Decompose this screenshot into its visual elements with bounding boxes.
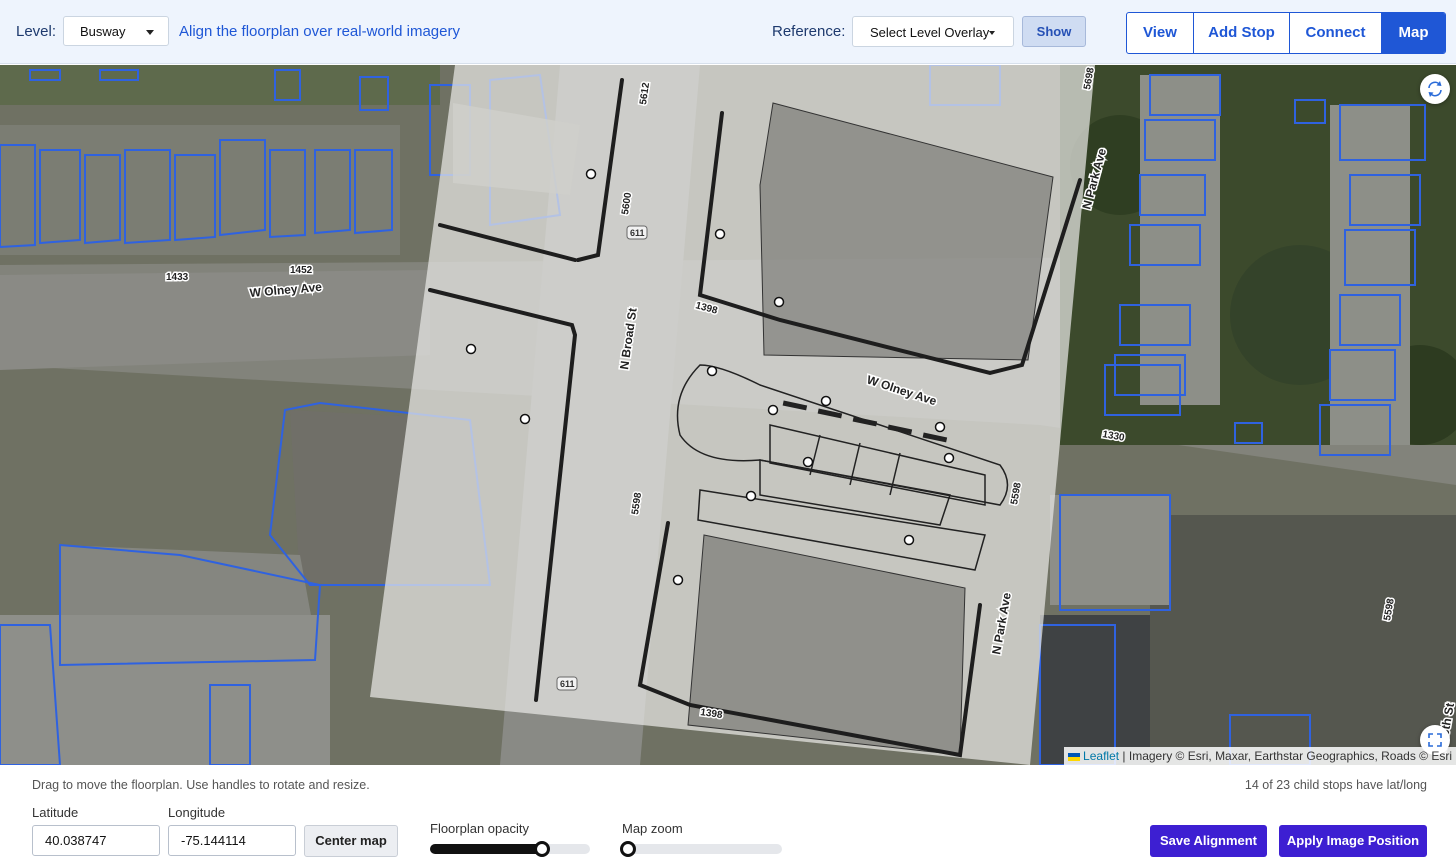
reference-label: Reference: — [772, 23, 846, 40]
map-view[interactable]: W Olney Ave W Olney Ave N Broad St N Par… — [0, 65, 1456, 765]
tab-connect[interactable]: Connect — [1290, 13, 1382, 53]
reference-select-value: Select Level Overlay — [870, 25, 990, 40]
level-select[interactable]: Busway — [63, 16, 169, 46]
instructions-text: Drag to move the floorplan. Use handles … — [32, 778, 370, 792]
chevron-down-icon — [989, 31, 995, 35]
svg-text:611: 611 — [560, 679, 575, 689]
refresh-map-button[interactable] — [1420, 74, 1450, 104]
level-select-value: Busway — [80, 24, 126, 39]
apply-image-position-button[interactable]: Apply Image Position — [1279, 825, 1427, 857]
attribution-text: | Imagery © Esri, Maxar, Earthstar Geogr… — [1122, 749, 1452, 763]
map-attribution: Leaflet | Imagery © Esri, Maxar, Earthst… — [1064, 747, 1456, 765]
refresh-icon — [1428, 81, 1442, 97]
alignment-panel: Drag to move the floorplan. Use handles … — [0, 765, 1456, 861]
opacity-label: Floorplan opacity — [430, 821, 529, 836]
floorplan-overlay[interactable] — [370, 65, 1095, 765]
latitude-label: Latitude — [32, 805, 79, 820]
tab-add-stop[interactable]: Add Stop — [1194, 13, 1290, 53]
latitude-input[interactable]: 40.038747 — [32, 825, 160, 856]
zoom-label: Map zoom — [622, 821, 683, 836]
show-overlay-button[interactable]: Show — [1022, 16, 1086, 47]
toolbar: Level: Busway Align the floorplan over r… — [0, 0, 1456, 64]
svg-text:611: 611 — [630, 228, 645, 238]
zoom-slider[interactable] — [620, 841, 782, 857]
stop-count-text: 14 of 23 child stops have lat/long — [1244, 778, 1427, 792]
opacity-slider-thumb[interactable] — [534, 841, 550, 857]
reference-select[interactable]: Select Level Overlay — [852, 16, 1014, 47]
center-map-button[interactable]: Center map — [304, 825, 398, 857]
save-alignment-button[interactable]: Save Alignment — [1150, 825, 1267, 857]
satellite-imagery: W Olney Ave W Olney Ave N Broad St N Par… — [0, 65, 1456, 765]
svg-text:1433: 1433 — [166, 272, 189, 283]
longitude-input[interactable]: -75.144114 — [168, 825, 296, 856]
leaflet-link[interactable]: Leaflet — [1083, 749, 1119, 763]
opacity-slider-fill — [430, 844, 542, 854]
level-label: Level: — [16, 23, 57, 40]
ukraine-flag-icon — [1068, 752, 1081, 761]
svg-text:1452: 1452 — [290, 265, 313, 276]
alignment-hint: Align the floorplan over real-world imag… — [179, 23, 460, 40]
mode-tabs: View Add Stop Connect Map — [1126, 12, 1446, 54]
tab-view[interactable]: View — [1127, 13, 1194, 53]
opacity-slider[interactable] — [430, 841, 590, 857]
zoom-slider-thumb[interactable] — [620, 841, 636, 857]
longitude-label: Longitude — [168, 805, 226, 820]
chevron-down-icon — [146, 30, 154, 35]
tab-map[interactable]: Map — [1382, 13, 1445, 53]
